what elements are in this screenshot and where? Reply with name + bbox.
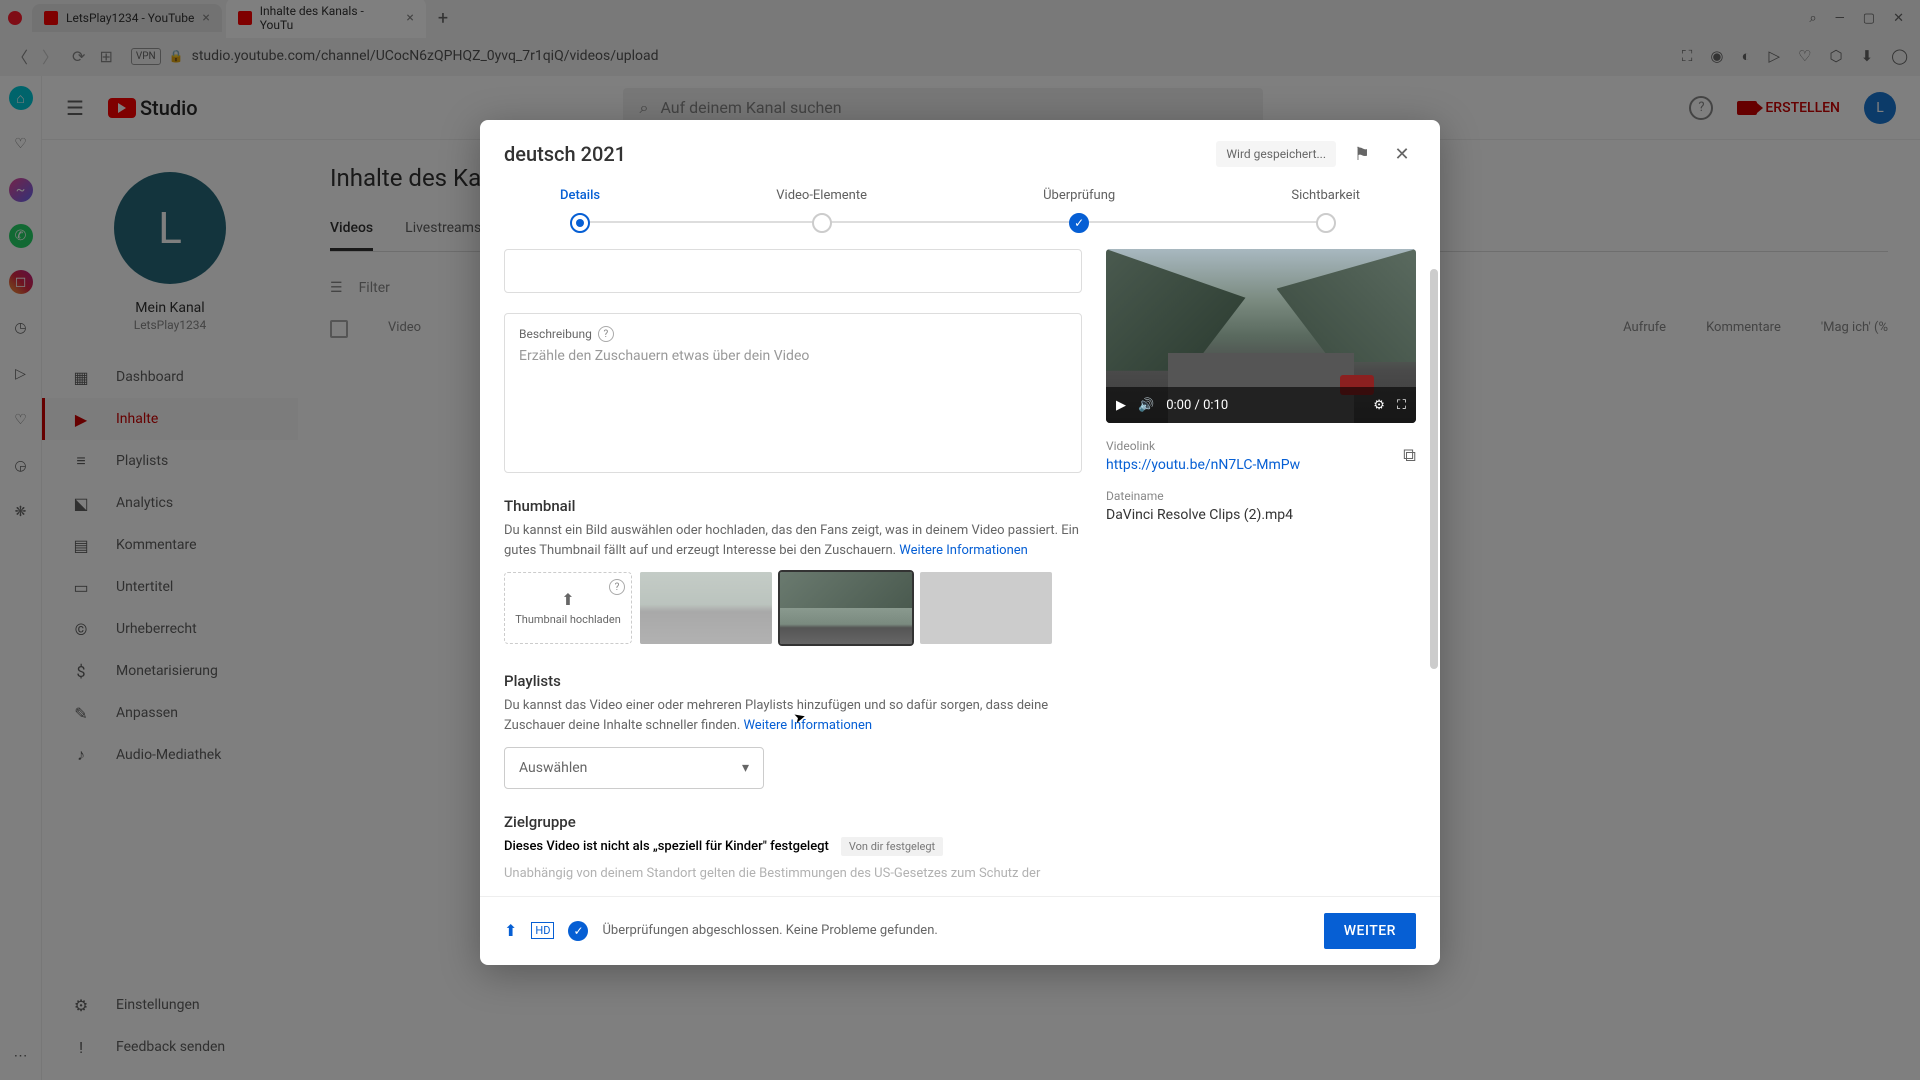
thumbnail-link[interactable]: Weitere Informationen [899,543,1028,558]
volume-icon[interactable]: 🔊 [1138,398,1154,413]
filename-label: Dateiname [1106,489,1416,503]
time-display: 0:00 / 0:10 [1166,398,1228,413]
kids-status: Dieses Video ist nicht als „speziell für… [504,839,829,854]
next-button[interactable]: WEITER [1324,913,1416,949]
chevron-down-icon: ▾ [742,760,749,776]
desc-label: Beschreibung [519,327,592,341]
step-elements[interactable]: Video-Elemente [776,188,867,233]
upload-icon: ⬆ [561,590,574,609]
thumbnail-upload-button[interactable]: ? ⬆ Thumbnail hochladen [504,572,632,644]
settings-icon[interactable]: ⚙ [1373,398,1385,413]
description-input[interactable]: Beschreibung? Erzähle den Zuschauern etw… [504,313,1082,473]
thumbnail-title: Thumbnail [504,497,1082,515]
filename-value: DaVinci Resolve Clips (2).mp4 [1106,507,1416,523]
copy-icon[interactable]: ⧉ [1403,445,1416,466]
thumbnail-option-2[interactable] [780,572,912,644]
step-details[interactable]: Details [560,188,600,233]
thumbnail-option-3[interactable] [920,572,1052,644]
check-done-icon: ✓ [568,921,588,941]
audience-law: Unabhängig von deinem Standort gelten di… [504,864,1082,884]
step-checks[interactable]: Überprüfung [1043,188,1115,233]
video-preview[interactable]: ▶ 🔊 0:00 / 0:10 ⚙ ⛶ [1106,249,1416,423]
playlists-title: Playlists [504,672,1082,690]
feedback-icon[interactable]: ⚑ [1348,140,1376,168]
title-input[interactable] [504,249,1082,293]
saving-status: Wird gespeichert... [1216,141,1336,167]
help-icon[interactable]: ? [598,326,614,342]
scrollbar[interactable] [1430,269,1438,669]
footer-status: Überprüfungen abgeschlossen. Keine Probl… [602,923,1309,938]
help-icon[interactable]: ? [609,579,625,595]
upload-status-icon: ⬆ [504,921,517,940]
upload-dialog: deutsch 2021 Wird gespeichert... ⚑ ✕ Det… [480,120,1440,965]
playlist-select[interactable]: Auswählen ▾ [504,747,764,789]
hd-icon: HD [531,922,554,939]
audience-title: Zielgruppe [504,813,1082,831]
close-icon[interactable]: ✕ [1388,140,1416,168]
desc-placeholder: Erzähle den Zuschauern etwas über dein V… [519,348,1067,364]
fullscreen-icon[interactable]: ⛶ [1397,398,1406,413]
video-link[interactable]: https://youtu.be/nN7LC-MmPw [1106,457,1391,473]
step-line [590,221,1330,223]
step-visibility[interactable]: Sichtbarkeit [1291,188,1360,233]
kids-badge: Von dir festgelegt [841,837,943,856]
play-icon[interactable]: ▶ [1116,398,1126,413]
videolink-label: Videolink [1106,439,1391,453]
thumbnail-option-1[interactable] [640,572,772,644]
thumbnail-desc: Du kannst ein Bild auswählen oder hochla… [504,521,1082,560]
playlists-link[interactable]: Weitere Informationen [743,718,872,733]
dialog-title: deutsch 2021 [504,142,1204,166]
